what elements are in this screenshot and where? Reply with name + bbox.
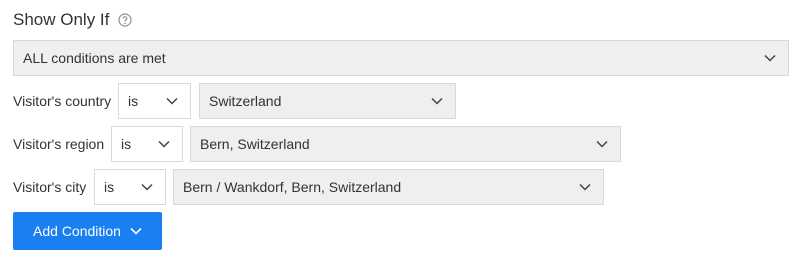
value-select-city[interactable]: Bern / Wankdorf, Bern, Switzerland [173,169,604,205]
chevron-down-icon [596,140,608,148]
section-header: Show Only If [13,8,132,32]
add-condition-button[interactable]: Add Condition [13,212,162,250]
match-condition-select[interactable]: ALL conditions are met [13,40,789,76]
help-icon[interactable] [118,13,132,27]
condition-value: Bern, Switzerland [200,136,310,152]
operator-select-city[interactable]: is [94,169,166,205]
value-select-country[interactable]: Switzerland [199,83,456,119]
condition-label-city: Visitor's city [13,179,87,195]
operator-value: is [104,179,115,195]
condition-label-country: Visitor's country [13,93,112,109]
condition-value: Bern / Wankdorf, Bern, Switzerland [183,179,402,195]
chevron-down-icon [130,227,142,235]
operator-select-region[interactable]: is [111,126,183,162]
section-title: Show Only If [13,10,110,29]
operator-value: is [121,136,132,152]
add-condition-label: Add Condition [33,223,121,239]
chevron-down-icon [579,183,591,191]
chevron-down-icon [158,140,170,148]
operator-value: is [128,93,139,109]
chevron-down-icon [166,97,178,105]
condition-value: Switzerland [209,93,282,109]
chevron-down-icon [431,97,443,105]
chevron-down-icon [141,183,153,191]
condition-label-region: Visitor's region [13,136,105,152]
match-condition-value: ALL conditions are met [23,50,166,66]
chevron-down-icon [764,54,776,62]
operator-select-country[interactable]: is [118,83,191,119]
value-select-region[interactable]: Bern, Switzerland [190,126,621,162]
